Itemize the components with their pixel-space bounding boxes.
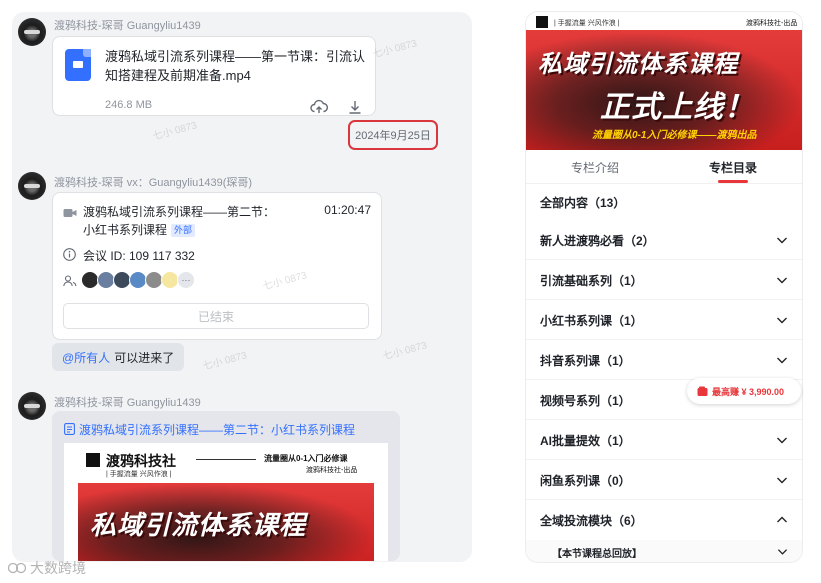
watermark-text: 七小 0873 [371,38,419,61]
brand-logo-icon [536,16,548,28]
meeting-title: 渡鸦私域引流系列课程——第二节：小红书系列课程 外部 [83,203,283,239]
date-separator: 2024年9月25日 [348,120,438,150]
category-row[interactable]: 抖音系列课（1） [526,340,802,380]
meeting-card[interactable]: 渡鸦私域引流系列课程——第二节：小红书系列课程 外部 01:20:47 会议 ID… [52,192,382,340]
watermark-text: 七小 0873 [381,340,429,363]
doc-icon [64,422,75,440]
meeting-duration: 01:20:47 [324,203,371,217]
chevron-down-icon [777,477,787,484]
download-icon[interactable] [345,97,365,117]
brand-logo-icon [8,562,27,574]
course-banner[interactable]: | 手握流量 兴风作浪 | 渡鸦科技社-出品 私域引流体系课程 正式上线！ 流量… [526,12,802,150]
all-content-count: 全部内容（13） [540,196,626,210]
category-label: 新人进渡鸦必看（2） [540,234,655,248]
meeting-id: 会议 ID: 109 117 332 [83,249,195,263]
watermark-text: 七小 0873 [151,120,199,143]
poster-publisher: 渡鸦科技社-出品 [306,467,358,474]
date-text: 2024年9月25日 [355,130,431,142]
category-row[interactable]: 闲鱼系列课（0） [526,460,802,500]
lesson-item[interactable]: 【本节课程总回放】 [526,540,802,562]
sender-name: 渡鸦科技-琛哥 Guangyliu1439 [54,397,201,409]
poster-brand: 渡鸦科技社 [106,453,176,469]
poster-tagline: 流量圈从0-1入门必修课 [264,454,348,463]
mention-all[interactable]: @所有人 [62,349,110,366]
divider [196,459,256,460]
file-card[interactable]: 渡鸦私域引流系列课程——第一节课：引流认知搭建程及前期准备.mp4 246.8 … [52,36,376,116]
promo-text: 最高赚 ¥ 3,990.00 [712,386,785,397]
chevron-down-icon [777,317,787,324]
external-tag: 外部 [171,224,196,237]
chevron-down-icon [777,437,787,444]
category-label: 抖音系列课（1） [540,354,631,368]
category-label: 引流基础系列（1） [540,274,643,288]
cloud-save-icon[interactable] [309,97,329,117]
bottom-watermark-logo: 大数跨境 [8,558,86,578]
watermark-text: 七小 0873 [201,350,249,373]
poster-headline: 私域引流体系课程 [90,510,307,540]
chevron-up-icon [777,516,787,523]
brand-logo-icon [86,453,100,467]
chevron-down-icon [777,357,787,364]
poster-slogan: | 手握流量 兴风作浪 | [106,471,172,478]
video-camera-icon [63,206,77,224]
banner-tagline: 流量圈从0-1入门必修课——渡鸦出品 [592,130,757,141]
banner-slogan: | 手握流量 兴风作浪 | [554,20,620,27]
category-label: AI批量提效（1） [540,434,631,448]
bottom-logo-text: 大数跨境 [30,560,86,576]
info-icon [63,248,76,266]
message-text: 可以进来了 [114,350,175,365]
doc-card[interactable]: 渡鸦私域引流系列课程——第二节：小红书系列课程 渡鸦科技社 | 手握流量 兴风作… [52,411,400,561]
chevron-down-icon [777,549,788,555]
avatar[interactable] [18,392,46,420]
category-row[interactable]: 全域投流模块（6） [526,500,802,540]
video-file-icon [65,49,91,81]
lesson-label: 【本节课程总回放】 [552,549,642,560]
file-size: 246.8 MB [105,99,153,111]
doc-poster-image[interactable]: 渡鸦科技社 | 手握流量 兴风作浪 | 流量圈从0-1入门必修课 渡鸦科技社-出… [64,443,388,561]
category-label: 视频号系列（1） [540,394,631,408]
tab-catalog[interactable]: 专栏目录 [664,150,802,184]
category-label: 全域投流模块（6） [540,514,643,528]
category-row[interactable]: 引流基础系列（1） [526,260,802,300]
category-label: 小红书系列课（1） [540,314,643,328]
category-row[interactable]: 小红书系列课（1） [526,300,802,340]
avatar[interactable] [18,18,46,46]
banner-headline-1: 私域引流体系课程 [538,51,738,78]
category-row[interactable]: AI批量提效（1） [526,420,802,460]
wallet-icon [697,386,708,396]
course-tabs: 专栏介绍 专栏目录 [526,150,802,184]
file-name: 渡鸦私域引流系列课程——第一节课：引流认知搭建程及前期准备.mp4 [105,49,366,83]
active-tab-indicator [718,180,748,183]
sender-name: 渡鸦科技-琛哥 Guangyliu1439 [54,20,201,32]
message-bubble: @所有人 可以进来了 [52,343,185,371]
chat-panel: 渡鸦科技-琛哥 Guangyliu1439 渡鸦私域引流系列课程——第一节课：引… [12,12,472,562]
sender-name: 渡鸦科技-琛哥 vx：Guangyliu1439(琛哥) [54,177,253,189]
participants-icon [63,274,77,292]
more-participants-icon[interactable]: ··· [177,271,195,289]
chevron-down-icon [777,277,787,284]
banner-headline-2: 正式上线！ [600,91,755,124]
chevron-down-icon [777,237,787,244]
avatar[interactable] [18,172,46,200]
doc-title[interactable]: 渡鸦私域引流系列课程——第二节：小红书系列课程 [79,421,355,438]
meeting-ended-button[interactable]: 已结束 [63,303,369,329]
category-label: 闲鱼系列课（0） [540,474,631,488]
tab-intro[interactable]: 专栏介绍 [526,150,664,184]
category-row[interactable]: 新人进渡鸦必看（2） [526,220,802,260]
banner-publisher: 渡鸦科技社-出品 [746,20,798,27]
course-panel: | 手握流量 兴风作浪 | 渡鸦科技社-出品 私域引流体系课程 正式上线！ 流量… [526,12,802,562]
promo-earn-badge[interactable]: 最高赚 ¥ 3,990.00 [687,378,801,404]
